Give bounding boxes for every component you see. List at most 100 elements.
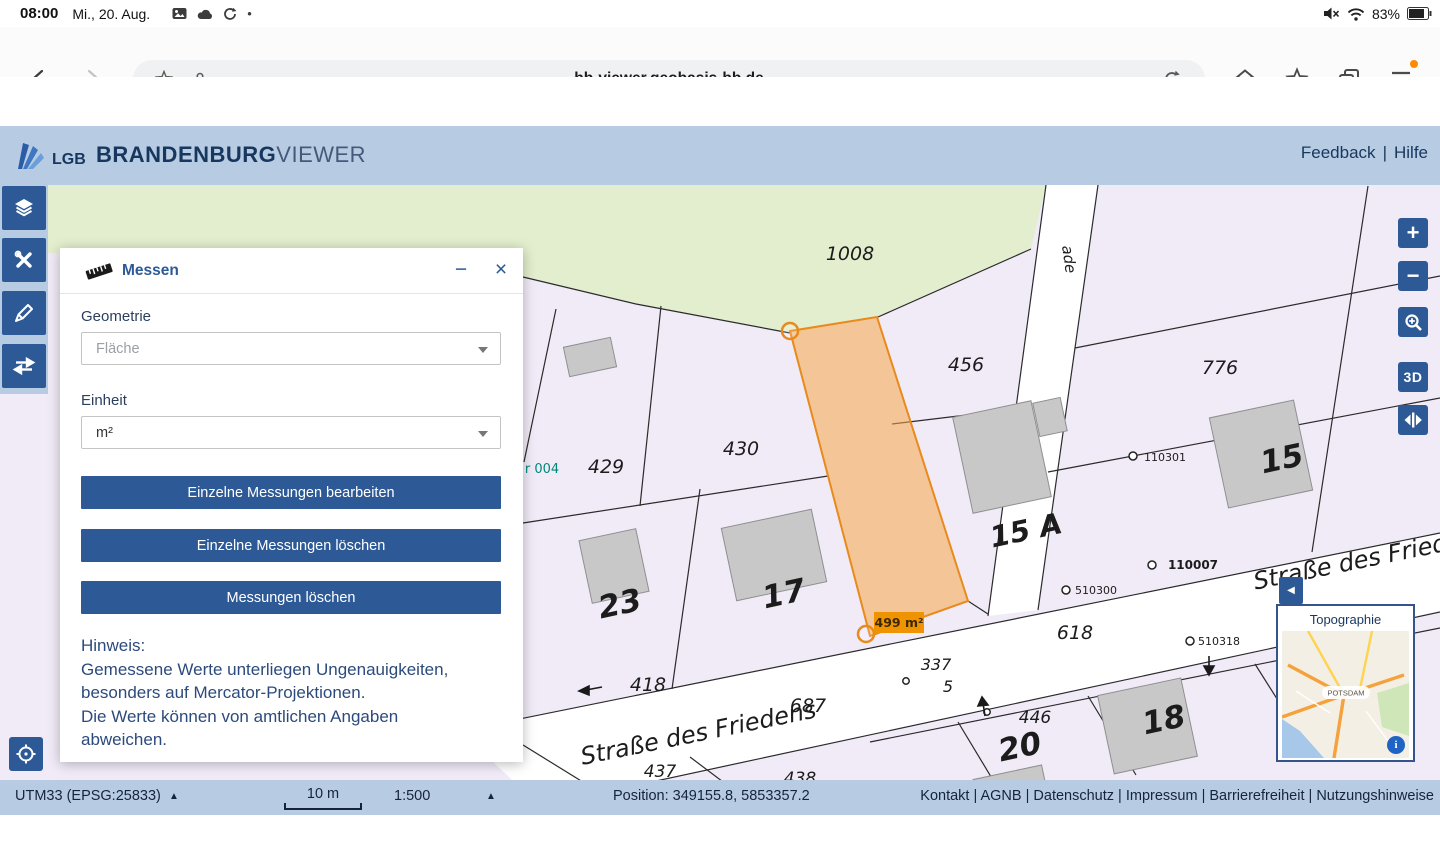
crs-caret-icon: ▲ [169, 791, 179, 802]
sync-notification-icon [223, 7, 237, 21]
dialog-title: Messen [122, 262, 179, 280]
scale-ratio[interactable]: 1:500 [394, 788, 430, 804]
map-status-bar: UTM33 (EPSG:25833) ▲ 10 m 1:500 ▲ Positi… [0, 780, 1440, 815]
feedback-link[interactable]: Feedback [1301, 143, 1376, 163]
footer-link[interactable]: AGNB [980, 788, 1021, 804]
crs-selector[interactable]: UTM33 (EPSG:25833) ▲ [15, 788, 179, 804]
notification-dot: • [247, 6, 252, 21]
help-link[interactable]: Hilfe [1394, 143, 1428, 163]
map-label: 437 [644, 762, 677, 780]
unit-value: m² [96, 425, 113, 441]
footer-links: Kontakt | AGNB | Datenschutz | Impressum… [920, 788, 1434, 804]
cloud-icon [197, 8, 213, 20]
wifi-icon [1347, 7, 1365, 21]
browser-toolbar: bb-viewer.geobasis-bb.de [0, 27, 1440, 77]
map-label: 776 [1202, 357, 1238, 379]
map-label: 337 [921, 655, 952, 674]
map-label: 110301 [1144, 451, 1186, 464]
overview-collapse-button[interactable]: ◀ [1279, 577, 1303, 604]
scale-caret-icon: ▲ [486, 791, 496, 802]
delete-measurements-button[interactable]: Messungen löschen [81, 581, 501, 614]
page-title: BRANDENBURGVIEWER [96, 142, 366, 168]
menu-notification-dot [1410, 60, 1418, 68]
footer-link[interactable]: Barrierefreiheit [1209, 788, 1304, 804]
title-bold: BRANDENBURG [96, 142, 276, 167]
measure-vertex-handle[interactable] [782, 323, 798, 339]
scale-selector[interactable]: 1:500 [394, 788, 430, 804]
3d-view-button[interactable]: 3D [1398, 362, 1428, 392]
overview-city-label: POTSDAM [1327, 689, 1364, 698]
overview-map-panel: Topographie POTSDAM [1276, 604, 1415, 762]
android-status-bar: 08:00 Mi., 20. Aug. • 83% [0, 0, 1440, 27]
minimize-button[interactable]: − [448, 257, 474, 283]
map-label: 446 [1019, 708, 1052, 728]
edit-measurements-button[interactable]: Einzelne Messungen bearbeiten [81, 476, 501, 509]
measure-dialog-header[interactable]: Messen − × [60, 248, 523, 294]
geometry-select[interactable]: Fläche [81, 332, 501, 365]
ruler-icon [84, 260, 114, 282]
scale-bar-line [284, 803, 362, 810]
zoom-box-button[interactable] [1398, 307, 1428, 337]
footer-link-separator: | [1304, 788, 1316, 804]
scale-bar-label: 10 m [307, 786, 339, 802]
footer-link[interactable]: Kontakt [920, 788, 969, 804]
hint-line: besonders auf Mercator-Projektionen. [81, 681, 505, 705]
delete-single-measurements-button[interactable]: Einzelne Messungen löschen [81, 529, 501, 562]
browser-tab-bar: BRANDENBURGVIEWER × + [0, 77, 1440, 126]
geometry-label: Geometrie [81, 308, 151, 325]
measurement-chip: 499 m² [874, 612, 924, 633]
footer-link[interactable]: Impressum [1126, 788, 1198, 804]
crs-value[interactable]: UTM33 (EPSG:25833) [15, 788, 161, 804]
zoom-out-button[interactable]: − [1398, 261, 1428, 291]
map-label: 618 [1057, 622, 1093, 644]
map-label: 430 [723, 438, 759, 460]
locate-button[interactable] [9, 737, 43, 771]
layers-button[interactable] [2, 186, 46, 230]
map-label: 23 [595, 582, 645, 626]
footer-link-separator: | [1022, 788, 1034, 804]
crosshair-icon [14, 742, 38, 766]
measurement-value: 499 m² [875, 615, 924, 630]
map-label: 456 [948, 354, 984, 376]
battery-icon [1407, 7, 1432, 20]
map-label: 418 [630, 674, 666, 696]
header-link-separator: | [1383, 143, 1387, 163]
swap-layers-button[interactable] [2, 344, 46, 388]
hint-line: Gemessene Werte unterliegen Ungenauigkei… [81, 658, 505, 682]
draw-button[interactable] [2, 291, 46, 335]
map-label: 438 [784, 769, 817, 780]
tools-icon [12, 248, 36, 272]
map-label: 510318 [1198, 635, 1240, 648]
close-button[interactable]: × [488, 257, 514, 283]
map-label: 20 [995, 725, 1045, 769]
lgb-logo-text: LGB [52, 151, 86, 172]
gallery-notification-icon [172, 7, 187, 20]
measure-vertex-handle[interactable] [858, 626, 874, 642]
map-label: r 004 [525, 462, 559, 477]
lgb-logo [14, 138, 48, 172]
info-icon[interactable]: i [1387, 736, 1405, 754]
mute-icon [1323, 6, 1340, 21]
geometry-value: Fläche [96, 341, 140, 357]
footer-link[interactable]: Nutzungshinweise [1316, 788, 1434, 804]
battery-percent: 83% [1372, 6, 1400, 22]
tool-sidebar [0, 185, 48, 394]
street-name-label: ade [1058, 244, 1080, 274]
unit-select[interactable]: m² [81, 416, 501, 449]
clock: 08:00 [20, 5, 58, 22]
title-light: VIEWER [276, 142, 366, 167]
swipe-icon [1401, 408, 1425, 432]
android-taskbar: 31 1 [0, 815, 1440, 864]
map-label: 510300 [1075, 584, 1117, 597]
map-label: 429 [588, 456, 624, 478]
layers-icon [12, 196, 36, 220]
chevron-down-icon [478, 347, 488, 353]
tools-button[interactable] [2, 238, 46, 282]
footer-link-separator: | [1198, 788, 1210, 804]
zoom-in-button[interactable]: + [1398, 218, 1428, 248]
swipe-compare-button[interactable] [1398, 405, 1428, 435]
footer-link[interactable]: Datenschutz [1033, 788, 1114, 804]
measured-polygon[interactable] [790, 317, 968, 636]
chevron-down-icon [478, 431, 488, 437]
map-label: 110007 [1168, 558, 1218, 572]
